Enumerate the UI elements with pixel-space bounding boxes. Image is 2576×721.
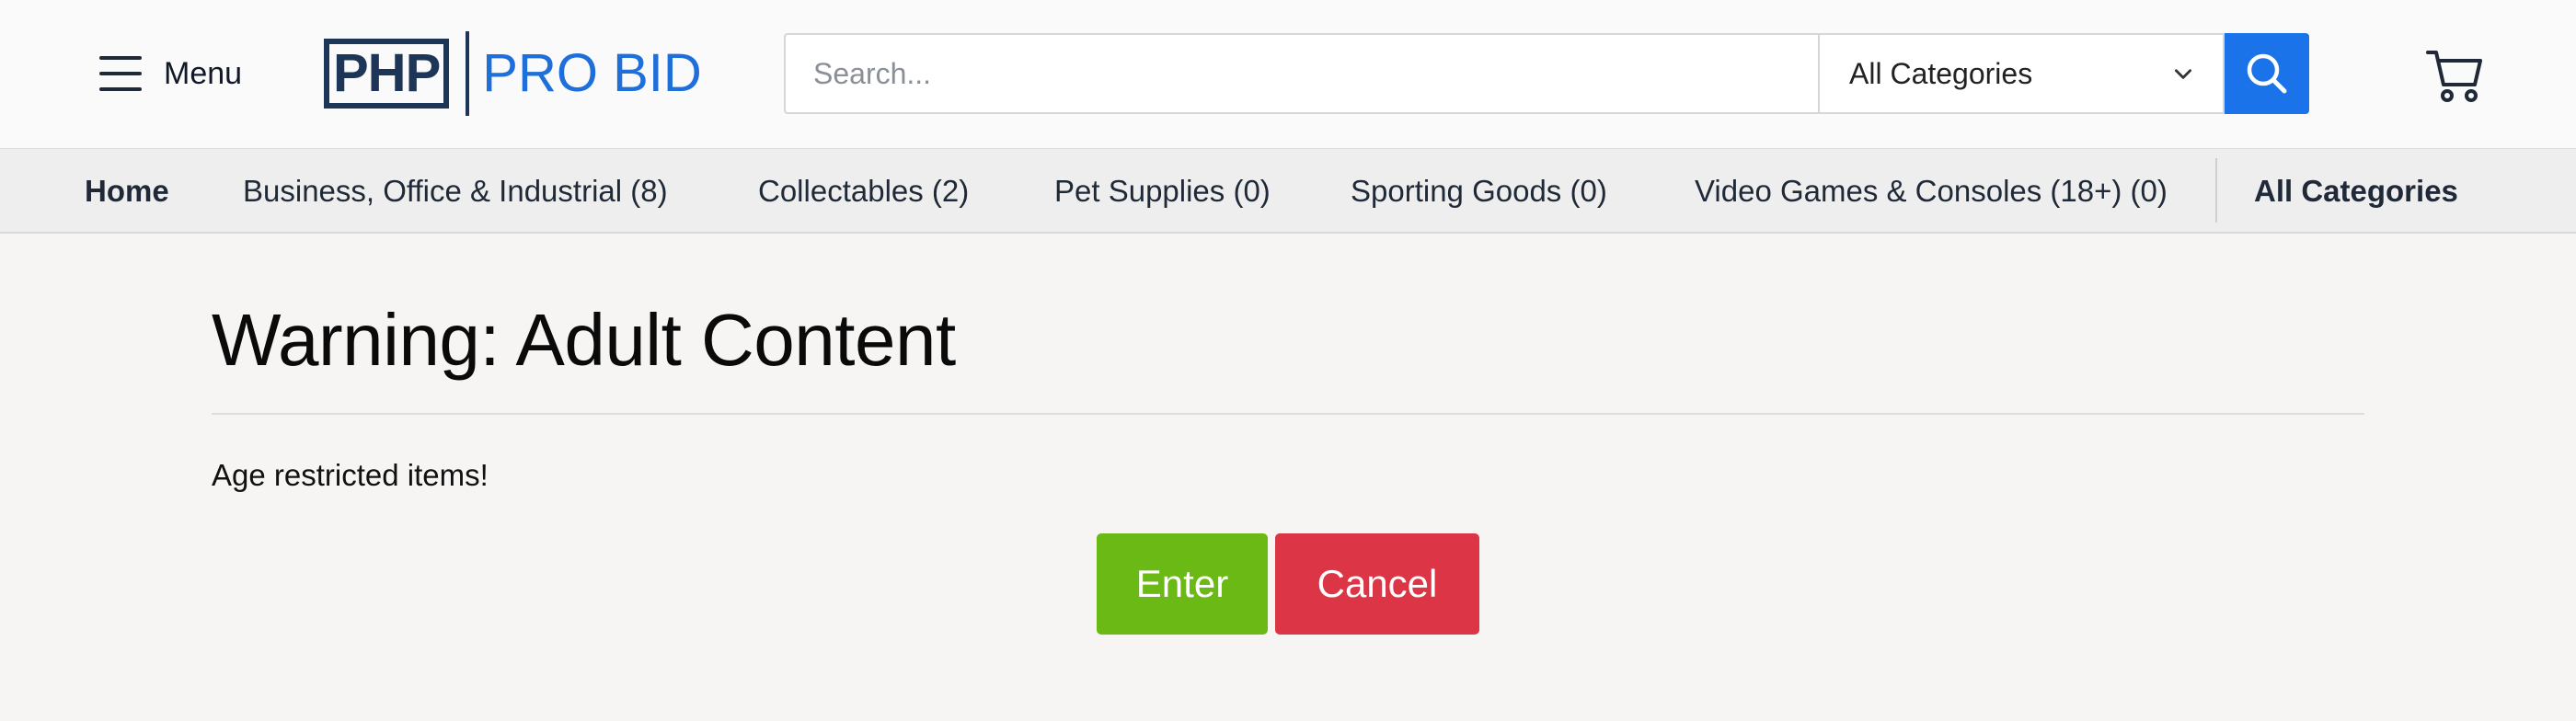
search-button[interactable] xyxy=(2225,33,2309,114)
nav-item-sporting-goods[interactable]: Sporting Goods (0) xyxy=(1351,149,1607,234)
menu-button[interactable]: Menu xyxy=(99,52,242,96)
category-select[interactable]: All Categories xyxy=(1818,33,2225,114)
warning-message: Age restricted items! xyxy=(212,458,489,492)
title-divider xyxy=(212,413,2364,415)
category-nav: Home Business, Office & Industrial (8) C… xyxy=(0,149,2576,234)
nav-item-collectables[interactable]: Collectables (2) xyxy=(758,149,969,234)
site-logo[interactable]: PHP PRO BID xyxy=(324,31,702,116)
nav-item-all-categories[interactable]: All Categories xyxy=(2254,149,2458,234)
enter-button[interactable]: Enter xyxy=(1097,533,1268,635)
category-select-value: All Categories xyxy=(1849,56,2033,90)
logo-text: PRO BID xyxy=(482,43,702,103)
search-bar: All Categories xyxy=(784,33,2309,114)
search-icon xyxy=(2247,53,2287,94)
search-input[interactable] xyxy=(784,33,1818,114)
cart-icon xyxy=(2426,51,2482,102)
logo-divider xyxy=(466,31,470,116)
logo-box-text: PHP xyxy=(324,39,450,109)
nav-item-business-office-industrial[interactable]: Business, Office & Industrial (8) xyxy=(243,149,668,234)
cart-button[interactable] xyxy=(2425,48,2484,103)
nav-item-pet-supplies[interactable]: Pet Supplies (0) xyxy=(1054,149,1271,234)
hamburger-icon xyxy=(99,56,142,91)
nav-divider xyxy=(2215,158,2217,223)
page-title: Warning: Adult Content xyxy=(212,299,956,381)
nav-item-video-games-consoles[interactable]: Video Games & Consoles (18+) (0) xyxy=(1695,149,2168,234)
menu-label: Menu xyxy=(164,55,243,91)
cancel-button[interactable]: Cancel xyxy=(1275,533,1479,635)
chevron-down-icon xyxy=(2175,69,2191,79)
nav-item-home[interactable]: Home xyxy=(85,149,169,234)
site-header: Menu PHP PRO BID All Categories xyxy=(0,0,2576,149)
